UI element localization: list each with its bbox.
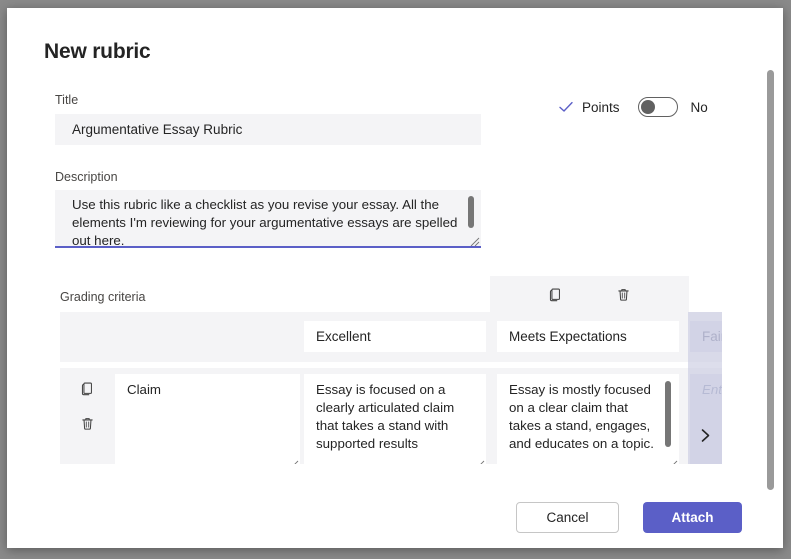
- title-field-label: Title: [55, 93, 78, 107]
- trash-icon[interactable]: [613, 283, 635, 305]
- checkmark-icon: [555, 96, 577, 118]
- page-title: New rubric: [44, 40, 151, 64]
- grading-criteria-table: [60, 276, 722, 464]
- title-input[interactable]: [55, 114, 481, 145]
- points-toggle-group: Points No: [555, 96, 708, 118]
- resize-grip-icon[interactable]: [469, 234, 480, 245]
- criteria-name-input[interactable]: [115, 374, 300, 464]
- criteria-name-cell: [115, 374, 300, 464]
- points-label: Points: [582, 100, 620, 115]
- toggle-knob: [641, 100, 655, 114]
- dialog-vertical-scrollbar[interactable]: [767, 70, 774, 490]
- chevron-right-icon: [699, 428, 712, 448]
- cancel-button[interactable]: Cancel: [516, 502, 619, 533]
- trash-icon[interactable]: [77, 412, 99, 434]
- attach-button[interactable]: Attach: [643, 502, 742, 533]
- row-toolbar: [60, 368, 115, 464]
- column-header-excellent[interactable]: [304, 321, 486, 352]
- description-scrollbar[interactable]: [468, 196, 474, 228]
- dialog-footer: Cancel Attach: [7, 486, 783, 548]
- criteria-cell-scrollbar[interactable]: [665, 381, 671, 447]
- copy-icon[interactable]: [77, 377, 99, 399]
- table-row: [60, 368, 722, 464]
- description-field-wrapper: [55, 190, 481, 248]
- description-field-label: Description: [55, 170, 118, 184]
- copy-icon[interactable]: [545, 283, 567, 305]
- points-toggle-switch[interactable]: [638, 97, 678, 117]
- column-header-meets-expectations[interactable]: [497, 321, 679, 352]
- description-input[interactable]: [55, 190, 467, 246]
- criteria-header-row: [60, 312, 722, 362]
- criteria-cell-excellent-input[interactable]: [304, 374, 486, 464]
- points-toggle-value: No: [691, 100, 708, 115]
- new-rubric-dialog: New rubric Title Points No Description: [7, 8, 783, 548]
- scroll-right-button[interactable]: [688, 312, 722, 464]
- column-toolbar: [490, 276, 689, 312]
- criteria-cell-meets-expectations-input[interactable]: [497, 374, 679, 464]
- criteria-cell-excellent: [304, 374, 486, 464]
- dialog-scroll-area: New rubric Title Points No Description: [7, 8, 783, 548]
- criteria-cell-meets-expectations: [497, 374, 679, 464]
